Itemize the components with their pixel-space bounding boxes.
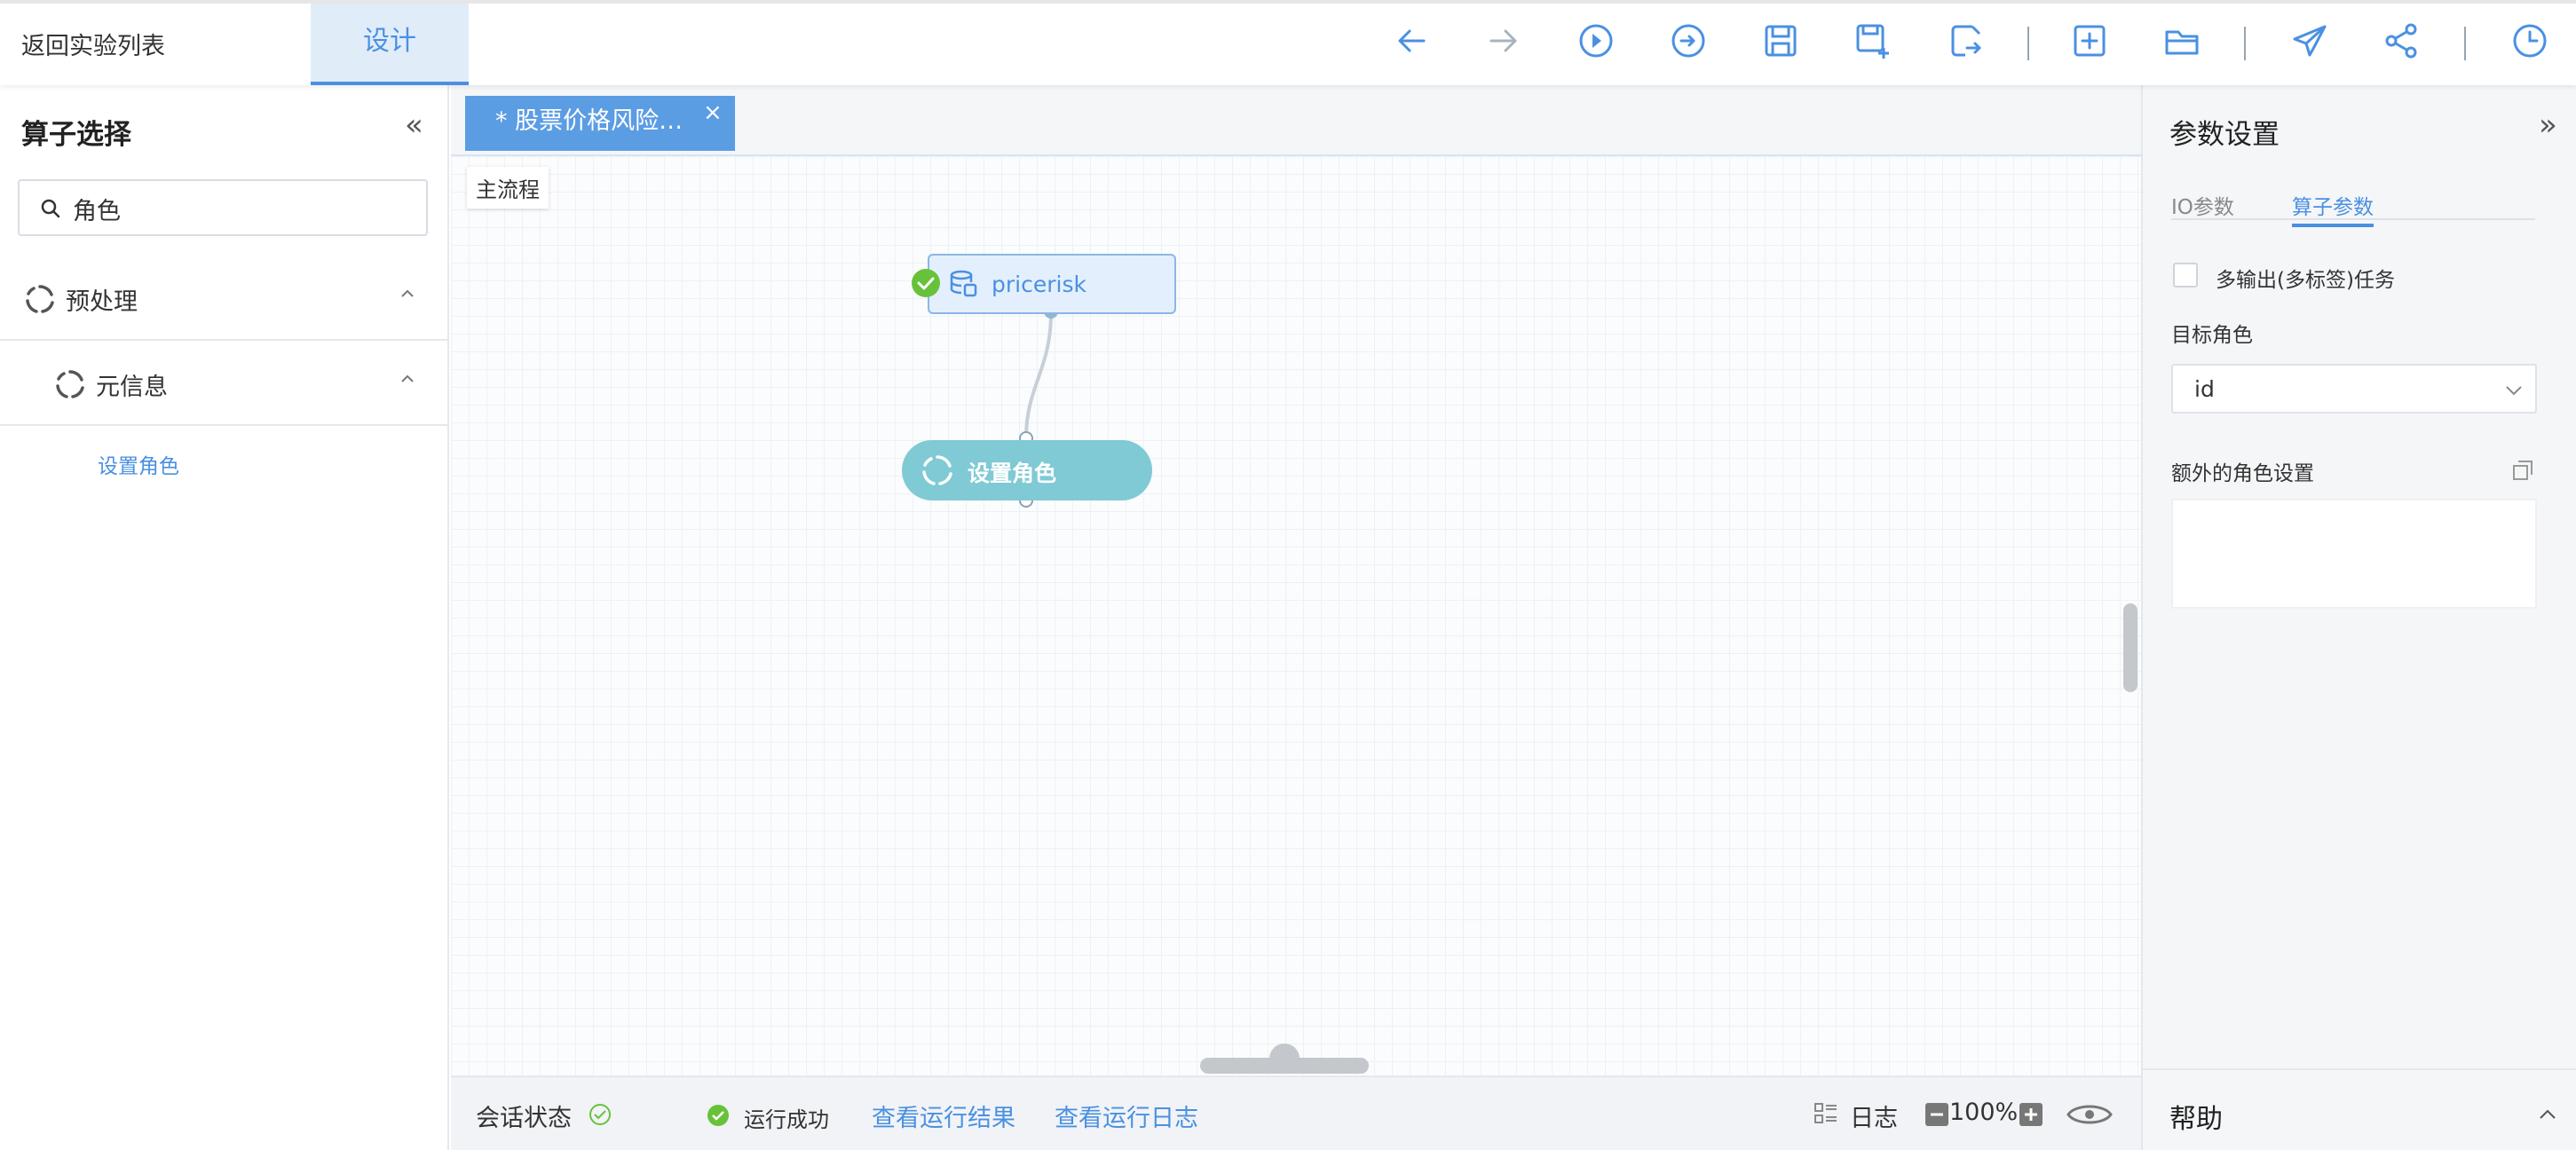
workflow-canvas[interactable]: * 股票价格风险… × 主流程 pricerisk 设置角色 [451, 85, 2141, 1075]
vertical-scrollbar[interactable] [2123, 603, 2137, 692]
collapse-left-panel-button[interactable]: « [405, 110, 423, 140]
operator-item-set-role[interactable]: 设置角色 [98, 449, 179, 479]
tab-document-title: * 股票价格风险… [495, 107, 684, 135]
panel-title: 算子选择 [21, 119, 131, 151]
chevron-up-icon [2540, 1109, 2556, 1119]
tab-operator-params[interactable]: 算子参数 [2292, 190, 2374, 227]
session-status-label: 会话状态 [476, 1105, 572, 1132]
eye-icon[interactable] [2065, 1097, 2114, 1132]
view-logs-link[interactable]: 查看运行日志 [1055, 1099, 1198, 1133]
multi-output-checkbox[interactable] [2173, 263, 2198, 288]
target-role-label: 目标角色 [2171, 324, 2253, 347]
tab-design[interactable]: 设计 [311, 4, 469, 85]
toolbar-divider [2464, 27, 2466, 60]
close-tab-icon[interactable]: × [703, 101, 723, 124]
zoom-out-icon[interactable] [1924, 1102, 1949, 1127]
log-list-icon[interactable] [1813, 1100, 1839, 1127]
share-icon[interactable] [2377, 16, 2427, 66]
tab-io-params[interactable]: IO参数 [2171, 190, 2234, 220]
chevron-up-icon [401, 374, 414, 382]
operator-panel: 算子选择 « 预处理 元信息 设置角色 [0, 85, 449, 1150]
run-success-icon [707, 1105, 729, 1126]
search-icon [41, 199, 60, 218]
publish-icon[interactable] [2285, 16, 2335, 66]
target-role-select[interactable]: id [2171, 364, 2537, 414]
status-bar: 会话状态 运行成功 查看运行结果 查看运行日志 日志 100% [451, 1075, 2141, 1150]
log-label[interactable]: 日志 [1850, 1099, 1898, 1133]
help-section[interactable]: 帮助 [2143, 1068, 2576, 1150]
category-spinner-icon [56, 370, 84, 398]
toolbar-divider [2027, 27, 2029, 60]
open-folder-icon[interactable] [2157, 16, 2207, 66]
horizontal-scrollbar[interactable] [1200, 1058, 1369, 1074]
tree-category-preprocess[interactable]: 预处理 [0, 256, 447, 341]
extra-roles-textarea[interactable] [2171, 499, 2537, 609]
node-label: 设置角色 [968, 461, 1057, 486]
history-clock-icon[interactable] [2505, 16, 2555, 66]
export-icon[interactable] [1940, 16, 1990, 66]
help-title: 帮助 [2169, 1104, 2223, 1135]
category-spinner-icon [26, 285, 54, 313]
search-input[interactable] [73, 190, 410, 227]
redo-icon[interactable] [1479, 16, 1529, 66]
save-as-icon[interactable] [1848, 16, 1898, 66]
node-label: pricerisk [992, 272, 1087, 297]
tree-label: 预处理 [66, 288, 138, 316]
search-box [18, 179, 428, 236]
run-icon[interactable] [1571, 16, 1621, 66]
run-from-here-icon[interactable] [1663, 16, 1713, 66]
save-icon[interactable] [1756, 16, 1806, 66]
zoom-in-icon[interactable] [2019, 1102, 2043, 1127]
session-ok-icon [589, 1104, 611, 1125]
operator-spinner-icon [922, 455, 952, 485]
database-icon [950, 270, 977, 297]
tree-label: 元信息 [96, 374, 168, 401]
edge-layer [1019, 304, 1058, 508]
extra-roles-label: 额外的角色设置 [2171, 462, 2314, 485]
panel-title: 参数设置 [2169, 119, 2280, 151]
breadcrumb[interactable]: 主流程 [467, 167, 549, 209]
undo-icon[interactable] [1387, 16, 1436, 66]
top-toolbar: 返回实验列表 设计 [0, 0, 2576, 85]
chevron-down-icon [2506, 386, 2522, 396]
parameter-panel: 参数设置 » IO参数 算子参数 多输出(多标签)任务 目标角色 id 额外的角… [2141, 85, 2576, 1150]
document-tab-strip: * 股票价格风险… × [451, 85, 2141, 156]
zoom-level: 100% [1949, 1099, 2019, 1126]
expand-editor-icon[interactable] [2510, 458, 2535, 483]
back-to-experiment-list-link[interactable]: 返回实验列表 [21, 27, 165, 61]
chevron-up-icon [401, 289, 414, 297]
success-check-icon [912, 269, 940, 297]
target-role-value: id [2194, 376, 2215, 402]
run-status-text: 运行成功 [744, 1107, 829, 1132]
dataset-node-pricerisk[interactable]: pricerisk [928, 254, 1176, 314]
toolbar-divider [2244, 27, 2246, 60]
new-icon[interactable] [2065, 16, 2114, 66]
tab-document[interactable]: * 股票价格风险… [465, 96, 735, 151]
operator-node-set-role[interactable]: 设置角色 [902, 440, 1152, 500]
collapse-right-panel-button[interactable]: » [2539, 110, 2557, 140]
connection-edge [1024, 312, 1053, 438]
tree-category-meta-info[interactable]: 元信息 [0, 341, 447, 426]
view-results-link[interactable]: 查看运行结果 [872, 1099, 1015, 1133]
multi-output-label: 多输出(多标签)任务 [2216, 269, 2395, 292]
